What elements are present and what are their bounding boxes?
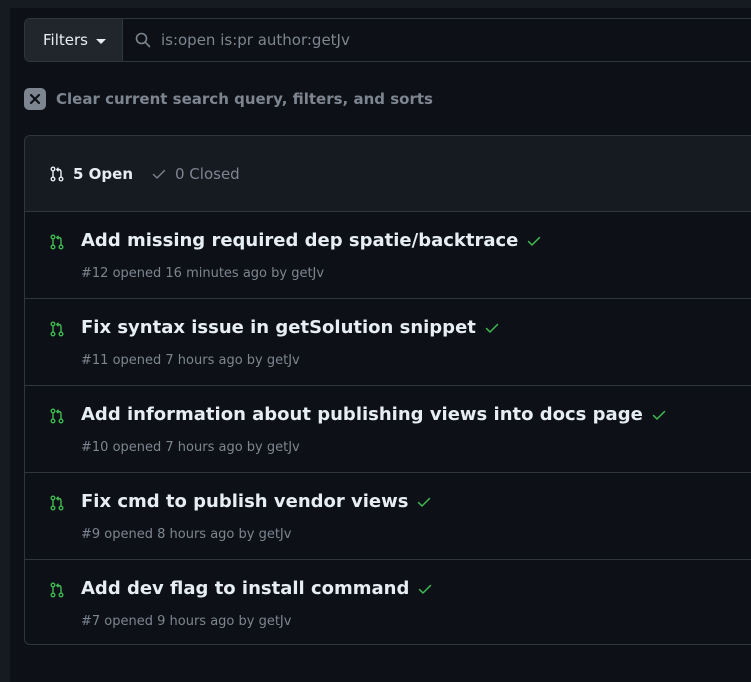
check-icon[interactable] bbox=[651, 407, 667, 423]
tab-open-label: 5 Open bbox=[73, 164, 133, 183]
filters-label: Filters bbox=[43, 31, 88, 49]
tab-open[interactable]: 5 Open bbox=[49, 165, 133, 183]
pr-title-link[interactable]: Fix syntax issue in getSolution snippet bbox=[81, 317, 476, 338]
list-item: Add information about publishing views i… bbox=[25, 386, 751, 473]
pull-request-icon bbox=[50, 166, 64, 181]
pr-meta: #10 opened 7 hours ago by getJv bbox=[81, 440, 300, 455]
pull-request-list: 5 Open 0 Closed Add missing required dep… bbox=[24, 135, 751, 645]
list-header: 5 Open 0 Closed bbox=[25, 136, 751, 212]
pr-title-row: Add information about publishing views i… bbox=[81, 404, 667, 425]
search-field[interactable] bbox=[122, 19, 751, 61]
pr-title-link[interactable]: Add information about publishing views i… bbox=[81, 404, 643, 425]
clear-filters-link[interactable]: Clear current search query, filters, and… bbox=[24, 88, 433, 110]
close-icon bbox=[24, 88, 46, 110]
pr-title-row: Fix syntax issue in getSolution snippet bbox=[81, 317, 500, 338]
pr-meta: #7 opened 9 hours ago by getJv bbox=[81, 614, 292, 629]
check-icon bbox=[152, 169, 166, 179]
check-icon[interactable] bbox=[417, 581, 433, 597]
pr-meta: #9 opened 8 hours ago by getJv bbox=[81, 527, 292, 542]
pr-title-link[interactable]: Add missing required dep spatie/backtrac… bbox=[81, 230, 518, 251]
open-pull-request-icon bbox=[50, 495, 64, 511]
search-input[interactable] bbox=[158, 30, 751, 50]
pr-meta: #11 opened 7 hours ago by getJv bbox=[81, 353, 300, 368]
clear-filters-label: Clear current search query, filters, and… bbox=[56, 90, 433, 108]
caret-down-icon bbox=[95, 38, 106, 44]
check-icon[interactable] bbox=[416, 494, 432, 510]
pr-title-link[interactable]: Fix cmd to publish vendor views bbox=[81, 491, 408, 512]
filters-button[interactable]: Filters bbox=[25, 19, 123, 61]
list-item: Fix cmd to publish vendor views #9 opene… bbox=[25, 473, 751, 560]
open-pull-request-icon bbox=[50, 234, 64, 250]
window-top-edge bbox=[0, 0, 751, 8]
pr-title-row: Add missing required dep spatie/backtrac… bbox=[81, 230, 542, 251]
pr-title-row: Fix cmd to publish vendor views bbox=[81, 491, 432, 512]
check-icon[interactable] bbox=[526, 233, 542, 249]
open-pull-request-icon bbox=[50, 321, 64, 337]
search-bar: Filters bbox=[24, 18, 751, 62]
pr-title-row: Add dev flag to install command bbox=[81, 578, 433, 599]
open-pull-request-icon bbox=[50, 582, 64, 598]
list-item: Fix syntax issue in getSolution snippet … bbox=[25, 299, 751, 386]
list-item: Add dev flag to install command #7 opene… bbox=[25, 560, 751, 644]
pr-meta: #12 opened 16 minutes ago by getJv bbox=[81, 266, 325, 281]
window-left-edge bbox=[0, 0, 10, 682]
search-icon bbox=[135, 32, 151, 48]
list-item: Add missing required dep spatie/backtrac… bbox=[25, 212, 751, 299]
check-icon[interactable] bbox=[484, 320, 500, 336]
tab-closed[interactable]: 0 Closed bbox=[151, 165, 240, 183]
tab-closed-label: 0 Closed bbox=[175, 164, 240, 183]
open-pull-request-icon bbox=[50, 408, 64, 424]
pr-title-link[interactable]: Add dev flag to install command bbox=[81, 578, 409, 599]
